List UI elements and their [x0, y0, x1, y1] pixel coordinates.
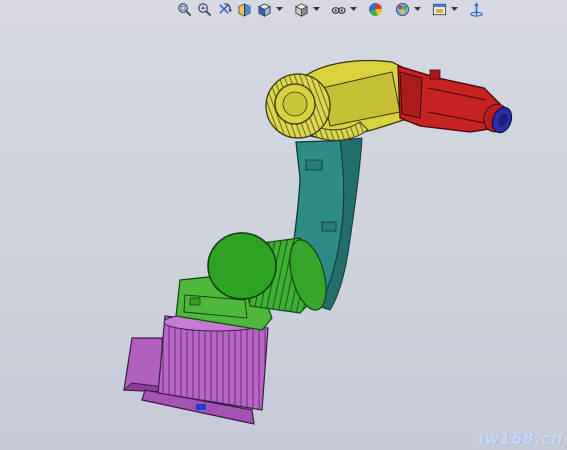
graphics-viewport[interactable]: [0, 18, 567, 450]
view-orientation-menu-caret[interactable]: [276, 1, 283, 17]
robot-base[interactable]: [122, 312, 269, 425]
view-settings-button[interactable]: [431, 1, 448, 17]
chevron-down-icon: [451, 6, 458, 11]
view-orientation-icon: [257, 2, 272, 17]
chevron-down-icon: [414, 6, 421, 11]
section-view-icon: [238, 2, 251, 17]
robot-upper-arm[interactable]: [265, 59, 411, 141]
hide-show-menu-caret[interactable]: [350, 1, 357, 17]
zoom-to-area-button[interactable]: [196, 1, 213, 17]
previous-view-button[interactable]: [216, 1, 233, 17]
zoom-to-area-icon: [198, 2, 212, 16]
triad-icon: [470, 1, 483, 17]
chevron-down-icon: [276, 6, 283, 11]
appearance-icon: [368, 2, 383, 16]
chevron-down-icon: [313, 6, 320, 11]
zoom-to-fit-icon: [178, 2, 192, 16]
section-view-button[interactable]: [236, 1, 253, 17]
zoom-to-fit-button[interactable]: [176, 1, 193, 17]
display-style-menu-caret[interactable]: [313, 1, 320, 17]
view-orientation-button[interactable]: [256, 1, 273, 17]
robot-arm-model[interactable]: [0, 18, 567, 450]
view-settings-icon: [432, 3, 447, 15]
triad-button[interactable]: [468, 1, 485, 17]
apply-scene-menu-caret[interactable]: [414, 1, 421, 17]
scene-icon: [396, 2, 409, 16]
display-style-button[interactable]: [293, 1, 310, 17]
hide-show-items-button[interactable]: [330, 1, 347, 17]
hide-show-icon: [331, 6, 346, 14]
chevron-down-icon: [350, 6, 357, 11]
watermark-text: iw168.cn: [478, 429, 563, 448]
apply-scene-button[interactable]: [394, 1, 411, 17]
view-toolbar: [176, 0, 485, 18]
view-settings-menu-caret[interactable]: [451, 1, 458, 17]
previous-view-icon: [219, 2, 232, 14]
edit-appearance-button[interactable]: [367, 1, 384, 17]
display-style-icon: [294, 2, 309, 17]
